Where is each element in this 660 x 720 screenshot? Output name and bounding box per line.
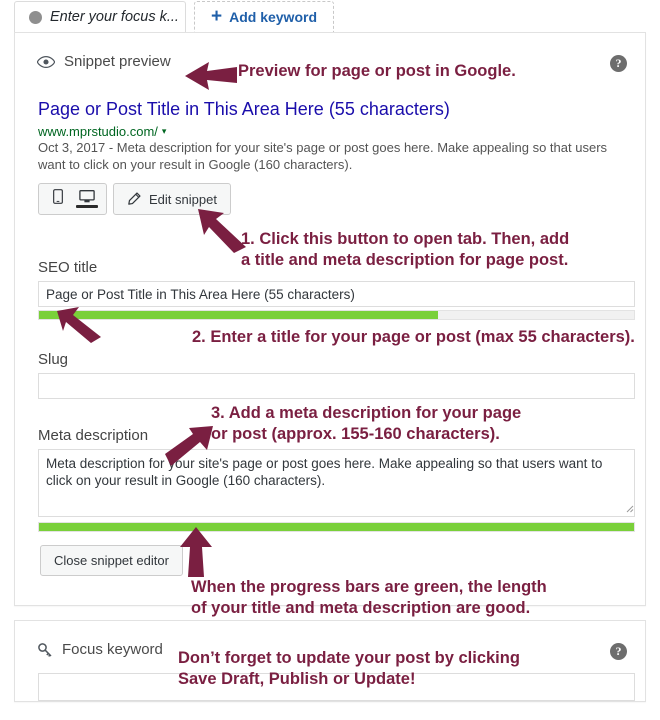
google-preview-desc-text: Meta description for your site's page or… bbox=[38, 140, 608, 172]
annotation-note-2: 1. Click this button to open tab. Then, … bbox=[241, 230, 570, 269]
desktop-view-button[interactable] bbox=[74, 184, 100, 214]
google-preview-url: www.mprstudio.com/ ▾ bbox=[38, 124, 166, 139]
help-icon[interactable]: ? bbox=[610, 55, 627, 72]
chevron-down-icon[interactable]: ▾ bbox=[162, 126, 167, 137]
annotation-arrow-4 bbox=[165, 426, 213, 466]
edit-snippet-label: Edit snippet bbox=[149, 191, 217, 207]
pencil-icon bbox=[128, 192, 141, 205]
meta-description-progress-bar bbox=[38, 522, 635, 532]
annotation-arrow-5 bbox=[180, 527, 212, 577]
slug-input[interactable] bbox=[38, 373, 635, 399]
mobile-icon bbox=[53, 189, 64, 204]
mobile-view-button[interactable] bbox=[45, 184, 71, 214]
meta-description-label: Meta description bbox=[38, 427, 149, 444]
eye-icon bbox=[37, 55, 55, 68]
tab-add-keyword[interactable]: + Add keyword bbox=[194, 1, 334, 33]
annotation-note-3: 2. Enter a title for your page or post (… bbox=[192, 328, 635, 346]
mobile-selected-indicator bbox=[47, 206, 69, 209]
google-preview-url-text: www.mprstudio.com/ bbox=[38, 124, 158, 139]
google-preview-date: Oct 3, 2017 - bbox=[38, 140, 117, 155]
desktop-selected-indicator bbox=[75, 205, 98, 208]
focus-keyword-title: Focus keyword bbox=[62, 641, 163, 658]
close-snippet-editor-button[interactable]: Close snippet editor bbox=[40, 545, 183, 576]
snippet-preview-title: Snippet preview bbox=[64, 53, 171, 70]
annotation-note-4: 3. Add a meta description for your page … bbox=[211, 404, 522, 443]
meta-description-progress-fill bbox=[39, 523, 634, 531]
seo-title-label: SEO title bbox=[38, 259, 98, 276]
seo-title-input[interactable] bbox=[38, 281, 635, 307]
annotation-arrow-3 bbox=[57, 307, 101, 343]
focus-keyword-header: Focus keyword bbox=[37, 641, 163, 658]
annotation-note-6: Don’t forget to update your post by clic… bbox=[178, 649, 520, 688]
google-preview-title[interactable]: Page or Post Title in This Area Here (55… bbox=[38, 99, 450, 120]
annotation-note-1: Preview for page or post in Google. bbox=[238, 62, 516, 80]
google-preview-description: Oct 3, 2017 - Meta description for your … bbox=[38, 139, 618, 173]
slug-label: Slug bbox=[38, 351, 69, 368]
annotation-arrow-1 bbox=[185, 62, 237, 90]
circle-icon bbox=[29, 10, 42, 24]
focus-keyword-help-icon[interactable]: ? bbox=[610, 643, 627, 660]
seo-title-progress-bar bbox=[38, 310, 635, 320]
plus-icon: + bbox=[210, 5, 223, 27]
tab-add-keyword-label: Add keyword bbox=[229, 9, 317, 25]
keyword-tabbar: Enter your focus k... + Add keyword bbox=[14, 0, 646, 33]
desktop-icon bbox=[78, 190, 95, 203]
annotation-note-5: When the progress bars are green, the le… bbox=[191, 578, 547, 617]
tab-focus-keyword-label: Enter your focus k... bbox=[50, 9, 179, 25]
tab-focus-keyword[interactable]: Enter your focus k... bbox=[14, 1, 186, 33]
meta-description-textarea[interactable] bbox=[38, 449, 635, 517]
key-icon bbox=[37, 642, 53, 658]
device-preview-toggle[interactable] bbox=[38, 183, 107, 215]
yoast-seo-metabox: Enter your focus k... + Add keyword Snip… bbox=[0, 0, 660, 720]
snippet-preview-header: Snippet preview bbox=[37, 53, 171, 70]
